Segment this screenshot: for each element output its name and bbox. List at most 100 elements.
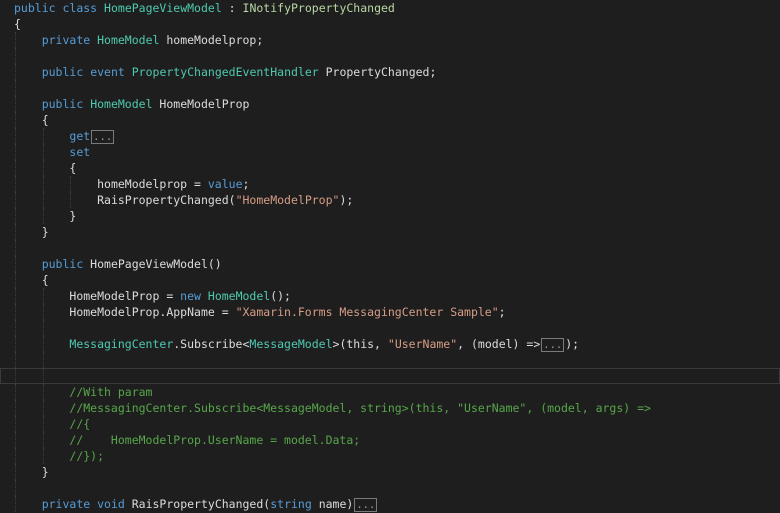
code-line[interactable]: public HomeModel HomeModelProp bbox=[0, 96, 780, 112]
code-token: get bbox=[69, 129, 91, 143]
indent-guide bbox=[15, 224, 16, 240]
code-token: ); bbox=[565, 337, 580, 351]
code-line[interactable]: private void RaisPropertyChanged(string … bbox=[0, 496, 780, 512]
code-token: INotifyPropertyChanged bbox=[242, 1, 395, 15]
indent-guide bbox=[42, 416, 44, 432]
indent-guide bbox=[15, 416, 16, 432]
code-line[interactable] bbox=[0, 352, 780, 368]
indent-guide bbox=[15, 240, 16, 256]
indent-guide bbox=[42, 352, 44, 368]
indent-guide bbox=[42, 128, 44, 144]
code-token: { bbox=[41, 273, 49, 287]
code-token: set bbox=[69, 145, 91, 159]
code-line[interactable] bbox=[0, 80, 780, 96]
code-token: void bbox=[97, 497, 125, 511]
indent-guide bbox=[15, 336, 16, 352]
indent-guide bbox=[15, 480, 16, 496]
code-token: class bbox=[62, 1, 98, 15]
code-line[interactable]: //With param bbox=[0, 384, 780, 400]
code-line[interactable]: public class HomePageViewModel : INotify… bbox=[0, 0, 780, 16]
code-line[interactable]: HomeModelProp = new HomeModel(); bbox=[0, 288, 780, 304]
indent-guide bbox=[42, 176, 44, 192]
code-line[interactable]: set bbox=[0, 144, 780, 160]
indent-guide bbox=[15, 368, 16, 384]
indent-guide bbox=[15, 400, 16, 416]
code-line[interactable]: public event PropertyChangedEventHandler… bbox=[0, 64, 780, 80]
code-token: HomePageViewModel() bbox=[83, 257, 222, 271]
code-token: PropertyChanged; bbox=[318, 65, 437, 79]
indent-guide bbox=[42, 432, 44, 448]
code-token: , (model) => bbox=[457, 337, 541, 351]
code-line[interactable]: { bbox=[0, 272, 780, 288]
code-token: ; bbox=[242, 177, 250, 191]
code-token: HomeModelProp.AppName = bbox=[69, 305, 236, 319]
code-line[interactable]: RaisPropertyChanged("HomeModelProp"); bbox=[0, 192, 780, 208]
code-token: name) bbox=[311, 497, 354, 511]
code-token: RaisPropertyChanged( bbox=[97, 193, 236, 207]
collapsed-region-button[interactable]: ... bbox=[91, 130, 115, 144]
code-token: } bbox=[69, 209, 77, 223]
code-line[interactable]: private HomeModel homeModelprop; bbox=[0, 32, 780, 48]
code-line[interactable] bbox=[0, 320, 780, 336]
code-token: HomeModel bbox=[207, 289, 271, 303]
indent-guide bbox=[42, 160, 44, 176]
code-line[interactable]: get... bbox=[0, 128, 780, 144]
code-token: homeModelprop = bbox=[97, 177, 208, 191]
code-line[interactable]: HomeModelProp.AppName = "Xamarin.Forms M… bbox=[0, 304, 780, 320]
code-line[interactable]: } bbox=[0, 224, 780, 240]
code-token: >(this, bbox=[332, 337, 388, 351]
code-line[interactable]: // HomeModelProp.UserName = model.Data; bbox=[0, 432, 780, 448]
indent-guide bbox=[15, 128, 16, 144]
code-token: } bbox=[41, 465, 49, 479]
code-token: // HomeModelProp.UserName = model.Data; bbox=[69, 433, 361, 447]
code-line[interactable]: MessagingCenter.Subscribe<MessageModel>(… bbox=[0, 336, 780, 352]
code-line[interactable]: //}); bbox=[0, 448, 780, 464]
code-editor[interactable]: public class HomePageViewModel : INotify… bbox=[0, 0, 780, 512]
code-line[interactable] bbox=[0, 240, 780, 256]
code-line[interactable] bbox=[0, 48, 780, 64]
indent-guide bbox=[15, 384, 16, 400]
indent-guide bbox=[42, 368, 44, 384]
code-token: RaisPropertyChanged( bbox=[124, 497, 271, 511]
indent-guide bbox=[42, 336, 44, 352]
indent-guide bbox=[15, 272, 16, 288]
indent-guide bbox=[42, 384, 44, 400]
code-line[interactable]: } bbox=[0, 208, 780, 224]
code-line[interactable] bbox=[0, 480, 780, 496]
code-token: //With param bbox=[69, 385, 153, 399]
indent-guide bbox=[42, 448, 44, 464]
indent-guide bbox=[42, 320, 44, 336]
code-line[interactable]: { bbox=[0, 160, 780, 176]
code-line[interactable]: { bbox=[0, 112, 780, 128]
indent-guide bbox=[15, 496, 16, 512]
code-token: //{ bbox=[69, 417, 91, 431]
indent-guide bbox=[42, 304, 44, 320]
code-line[interactable]: { bbox=[0, 16, 780, 32]
code-line[interactable]: //{ bbox=[0, 416, 780, 432]
code-line[interactable]: } bbox=[0, 464, 780, 480]
code-token: //MessagingCenter.Subscribe<MessageModel… bbox=[69, 401, 651, 415]
collapsed-region-button[interactable]: ... bbox=[541, 338, 565, 352]
code-line[interactable] bbox=[0, 368, 780, 384]
code-line[interactable]: //MessagingCenter.Subscribe<MessageModel… bbox=[0, 400, 780, 416]
collapsed-region-button[interactable]: ... bbox=[354, 498, 378, 512]
code-token: MessagingCenter bbox=[69, 337, 174, 351]
code-token: //}); bbox=[69, 449, 105, 463]
code-line[interactable]: homeModelprop = value; bbox=[0, 176, 780, 192]
code-token: HomeModel bbox=[97, 33, 160, 47]
code-line[interactable]: public HomePageViewModel() bbox=[0, 256, 780, 272]
